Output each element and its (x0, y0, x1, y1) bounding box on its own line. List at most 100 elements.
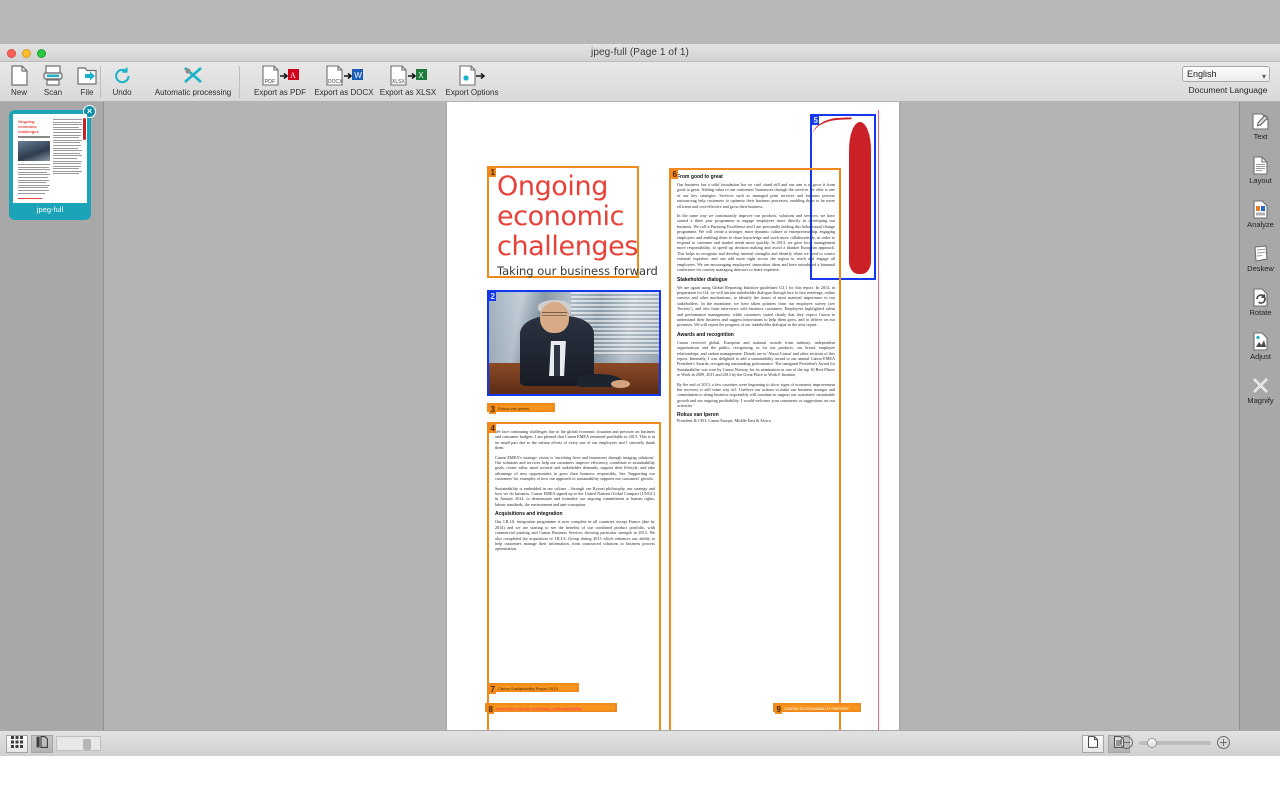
zoom-out-icon[interactable] (1120, 736, 1133, 749)
photo-caption: Rokus van Iperen (498, 406, 530, 411)
left-paragraph-1: We face continuing challenges due to the… (495, 429, 655, 451)
tool-magnify-label: Magnify (1247, 396, 1274, 405)
page-view-button[interactable] (31, 735, 53, 753)
pages-thumbnail-panel[interactable]: × Ongoing economic challenges jpeg-full (0, 102, 104, 730)
tool-magnify[interactable]: Magnify (1240, 370, 1280, 410)
export-options-button[interactable]: Export Options (440, 64, 504, 97)
thumbnail-headline: Ongoing economic challenges (18, 119, 39, 134)
scan-button[interactable]: Scan (36, 64, 70, 97)
left-heading-acquisitions: Acquisitions and integration (495, 511, 563, 518)
zoom-slider[interactable] (1139, 737, 1211, 748)
svg-text:W: W (354, 71, 362, 80)
toolbar-group-file: New Scan File (2, 64, 104, 97)
thumbnail-red-tab (83, 118, 86, 140)
export-docx-icon: DOCX W (324, 64, 364, 86)
fit-page-icon (1087, 735, 1099, 753)
zoom-slider-knob[interactable] (1147, 737, 1157, 748)
zoom-in-icon[interactable] (1217, 736, 1230, 749)
horizontal-scrollbar[interactable] (56, 736, 101, 751)
ocr-region-6[interactable]: 6 From good to great Our business has a … (669, 168, 841, 730)
analyze-icon (1251, 199, 1270, 219)
export-options-icon (457, 64, 487, 86)
tool-rotate[interactable]: Rotate (1240, 282, 1280, 322)
tool-text-label: Text (1253, 132, 1268, 141)
right-heading-awards: Awards and recognition (677, 331, 734, 338)
left-paragraph-4: Our I.R.I.S. integration programme is no… (495, 519, 655, 552)
export-as-docx-label: Export as DOCX (314, 88, 374, 97)
new-button[interactable]: New (2, 64, 36, 97)
ocr-region-8-number: 8 (487, 705, 495, 714)
toolbar-separator-1 (100, 66, 101, 98)
right-paragraph-5: By the end of 2013, a few countries were… (677, 381, 835, 409)
right-paragraph-1: Our business has a solid foundation but … (677, 182, 835, 209)
tool-adjust[interactable]: Adjust (1240, 326, 1280, 366)
tool-adjust-label: Adjust (1250, 352, 1271, 361)
tool-layout-label: Layout (1249, 176, 1272, 185)
automatic-processing-button[interactable]: Automatic processing (139, 64, 247, 97)
svg-text:PDF: PDF (265, 79, 277, 85)
export-as-xlsx-label: Export as XLSX (379, 88, 437, 97)
new-button-label: New (10, 88, 27, 97)
grid-view-icon (11, 735, 23, 753)
export-xlsx-icon: XLSX X (388, 64, 428, 86)
document-language-value: English (1187, 69, 1217, 79)
page-headline: Ongoing economic challenges (497, 171, 639, 262)
thumbnail-caption: jpeg-full (36, 205, 64, 214)
export-as-docx-button[interactable]: DOCX W Export as DOCX (312, 64, 376, 97)
export-options-label: Export Options (445, 88, 499, 97)
rotate-icon (1251, 287, 1270, 307)
toolbar-separator-2 (239, 66, 240, 98)
ocr-region-2[interactable]: 2 (487, 290, 661, 396)
ocr-region-9[interactable]: 9 CANON SUSTAINABILITY REPORT (773, 703, 861, 714)
page-vertical-rule (878, 110, 879, 730)
chevron-down-icon: ▾ (1261, 72, 1266, 81)
right-column-text: From good to great Our business has a so… (671, 170, 839, 423)
file-button[interactable]: File (70, 64, 104, 97)
horizontal-scrollbar-thumb[interactable] (83, 739, 91, 750)
right-paragraph-3: We are again using Global Reporting Init… (677, 284, 835, 328)
page-view-icon (36, 735, 48, 753)
tool-deskew[interactable]: Deskew (1240, 238, 1280, 278)
svg-text:X: X (418, 71, 424, 80)
ocr-region-1-number: 1 (489, 168, 497, 177)
tool-layout[interactable]: Layout (1240, 150, 1280, 190)
footer-url-8: www.canon-europe.com/About_Us/sustainabi… (496, 706, 582, 711)
thumbnail-subtitle-bar (18, 136, 50, 138)
magnify-icon (1251, 375, 1270, 395)
zoom-control[interactable] (1120, 736, 1230, 749)
ocr-region-7-number: 7 (489, 685, 497, 694)
thumbnail-photo (18, 141, 50, 161)
scan-button-label: Scan (43, 88, 63, 97)
thumbnail-preview: Ongoing economic challenges (13, 114, 87, 203)
open-file-icon (77, 64, 97, 86)
left-paragraph-2: Canon EMEA's strategic vision is 'enrich… (495, 454, 655, 482)
tool-deskew-label: Deskew (1247, 264, 1274, 273)
undo-icon (113, 64, 132, 86)
ocr-region-8[interactable]: 8 www.canon-europe.com/About_Us/sustaina… (485, 703, 617, 714)
thumbnail-page-1[interactable]: × Ongoing economic challenges jpeg-full (9, 105, 96, 220)
footer-text-9: CANON SUSTAINABILITY REPORT (784, 706, 850, 711)
fit-page-button[interactable] (1082, 735, 1104, 753)
export-as-pdf-button[interactable]: PDF A Export as PDF (248, 64, 312, 97)
tool-analyze-label: Analyze (1247, 220, 1274, 229)
svg-text:XLSX: XLSX (392, 79, 405, 85)
toolbar-group-process: Undo Automatic processing (105, 64, 247, 97)
right-heading-stakeholder-dialogue: Stakeholder dialogue (677, 276, 728, 283)
ocr-region-9-number: 9 (775, 705, 783, 714)
right-heading-good-to-great: From good to great (677, 174, 723, 180)
tool-analyze[interactable]: Analyze (1240, 194, 1280, 234)
ocr-region-3[interactable]: 3 Rokus van Iperen (487, 403, 555, 414)
ocr-region-7[interactable]: 7 Canon Sustainability Report 2013 (487, 683, 579, 694)
layout-icon (1251, 155, 1270, 175)
application-window: jpeg-full (Page 1 of 1) New Scan File Un… (0, 0, 1280, 800)
thumbnail-left-column (18, 164, 50, 198)
document-viewer[interactable]: 1 Ongoing economic challenges Taking our… (104, 102, 1239, 730)
document-page[interactable]: 1 Ongoing economic challenges Taking our… (447, 102, 899, 730)
export-as-xlsx-button[interactable]: XLSX X Export as XLSX (376, 64, 440, 97)
undo-button[interactable]: Undo (105, 64, 139, 97)
grid-view-button[interactable] (6, 735, 28, 753)
document-language-select[interactable]: English ▾ (1182, 66, 1270, 82)
document-language-group: English ▾ Document Language (1182, 66, 1274, 95)
ocr-region-1[interactable]: 1 Ongoing economic challenges Taking our… (487, 166, 657, 278)
tool-text[interactable]: Text (1240, 106, 1280, 146)
